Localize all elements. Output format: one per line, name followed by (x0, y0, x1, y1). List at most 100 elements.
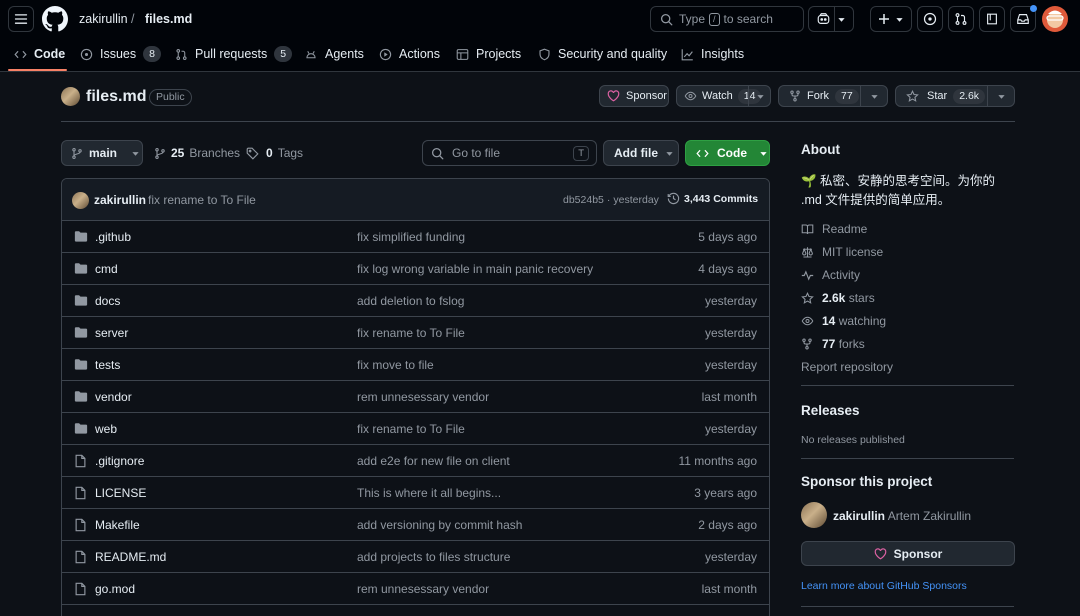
sponsor-button[interactable]: Sponsor (599, 85, 669, 107)
readme-link[interactable]: Readme (801, 222, 867, 236)
table-row[interactable]: docs add deletion to fslog yesterday (62, 285, 769, 317)
repo-forked-icon (802, 338, 812, 350)
table-row[interactable]: .gitignore add e2e for new file on client… (62, 445, 769, 477)
eye-icon (684, 91, 697, 101)
file-commit-message[interactable]: fix simplified funding (357, 230, 465, 244)
repositories-header-button[interactable] (979, 6, 1005, 32)
user-avatar[interactable] (1042, 6, 1068, 32)
chevron-down-icon[interactable] (870, 92, 879, 101)
commit-hash[interactable]: db524b5 (563, 194, 604, 206)
folder-icon (74, 326, 88, 339)
file-name[interactable]: go.mod (95, 582, 135, 596)
create-new-button[interactable] (870, 6, 912, 32)
file-name[interactable]: LICENSE (95, 486, 146, 500)
commit-message[interactable]: fix rename to To File (148, 193, 256, 207)
file-name[interactable]: cmd (95, 262, 118, 276)
table-row[interactable]: web fix rename to To File yesterday (62, 413, 769, 445)
table-row[interactable]: server fix rename to To File yesterday (62, 317, 769, 349)
tab-projects[interactable]: Projects (456, 44, 521, 64)
file-commit-message[interactable]: fix log wrong variable in main panic rec… (357, 262, 593, 276)
table-row[interactable]: README.md add projects to files structure… (62, 541, 769, 573)
file-icon (74, 582, 87, 596)
forks-link[interactable]: 77 forks (801, 337, 865, 351)
license-link[interactable]: MIT license (801, 245, 883, 259)
file-name[interactable]: docs (95, 294, 120, 308)
graph-icon (681, 48, 693, 60)
file-commit-message[interactable]: This is where it all begins... (357, 486, 501, 500)
chevron-down-icon[interactable] (997, 92, 1006, 101)
star-icon (801, 291, 814, 304)
sponsor-project-button[interactable]: Sponsor (801, 541, 1015, 566)
repo-owner-avatar[interactable] (61, 87, 80, 106)
file-name[interactable]: server (95, 326, 128, 340)
file-commit-message[interactable]: add versioning by commit hash (357, 518, 522, 532)
tab-code[interactable]: Code (14, 44, 65, 64)
commit-author[interactable]: zakirullin (94, 193, 146, 207)
go-to-file-input[interactable]: Go to file T (422, 140, 597, 166)
file-name[interactable]: tests (95, 358, 120, 372)
sponsor-avatar[interactable] (801, 502, 827, 528)
search-input[interactable]: Type / to search (650, 6, 804, 32)
file-name[interactable]: vendor (95, 390, 132, 404)
issues-header-button[interactable] (917, 6, 943, 32)
file-commit-message[interactable]: fix move to file (357, 358, 434, 372)
releases-title[interactable]: Releases (801, 403, 860, 418)
star-button[interactable]: Star 2.6k (895, 85, 1015, 107)
table-row[interactable]: tests fix move to file yesterday (62, 349, 769, 381)
file-name[interactable]: Makefile (95, 518, 140, 532)
fork-button[interactable]: Fork 77 (778, 85, 888, 107)
file-name[interactable]: .gitignore (95, 454, 144, 468)
table-row[interactable]: vendor rem unnesessary vendor last month (62, 381, 769, 413)
file-table: zakirullin fix rename to To File db524b5… (61, 178, 770, 616)
tab-label: Security and quality (558, 47, 668, 61)
menu-button[interactable] (8, 6, 34, 32)
file-commit-message[interactable]: fix rename to To File (357, 422, 465, 436)
branches-count: 25 (171, 146, 185, 160)
tab-pull-requests[interactable]: Pull requests 5 (175, 44, 293, 64)
file-commit-message[interactable]: fix rename to To File (357, 326, 465, 340)
tab-insights[interactable]: Insights (681, 44, 744, 64)
copilot-button[interactable] (808, 6, 854, 32)
file-name[interactable]: web (95, 422, 117, 436)
book-icon (801, 224, 814, 234)
pull-requests-header-button[interactable] (948, 6, 974, 32)
sponsor-user[interactable]: zakirullin Artem Zakirullin (833, 509, 971, 523)
table-row[interactable]: LICENSE This is where it all begins... 3 y… (62, 477, 769, 509)
repo-title[interactable]: files.md (86, 88, 146, 106)
commit-author-avatar[interactable] (72, 192, 89, 209)
file-name[interactable]: README.md (95, 550, 166, 564)
play-icon (379, 48, 392, 60)
table-row[interactable]: Makefile add versioning by commit hash 2 d… (62, 509, 769, 541)
file-name[interactable]: .github (95, 230, 131, 244)
tags-link[interactable]: 0 Tags (246, 146, 303, 160)
add-file-button[interactable]: Add file (603, 140, 679, 166)
file-commit-message[interactable]: add e2e for new file on client (357, 454, 510, 468)
tab-actions[interactable]: Actions (379, 44, 440, 64)
chevron-down-icon[interactable] (756, 92, 765, 101)
file-commit-message[interactable]: add deletion to fslog (357, 294, 464, 308)
tab-issues[interactable]: Issues 8 (80, 44, 161, 64)
tab-agents[interactable]: Agents (304, 44, 364, 64)
watch-button[interactable]: Watch 14 (676, 85, 771, 107)
table-row[interactable]: go.mod rem unnesessary vendor last month (62, 573, 769, 605)
tab-security[interactable]: Security and quality (538, 44, 667, 64)
file-commit-message[interactable]: rem unnesessary vendor (357, 582, 489, 596)
breadcrumb-owner[interactable]: zakirullin (79, 12, 128, 26)
activity-link[interactable]: Activity (801, 268, 860, 282)
file-commit-message[interactable]: rem unnesessary vendor (357, 390, 489, 404)
commits-history-link[interactable]: 3,443 Commits (667, 192, 758, 205)
code-button[interactable]: Code (685, 140, 770, 166)
branches-link[interactable]: 25 Branches (154, 146, 240, 160)
table-row[interactable]: .github fix simplified funding 5 days ago (62, 221, 769, 253)
table-row[interactable]: cmd fix log wrong variable in main panic … (62, 253, 769, 285)
breadcrumb-repo[interactable]: files.md (145, 12, 192, 26)
report-repository-link[interactable]: Report repository (801, 360, 893, 374)
stars-link[interactable]: 2.6k stars (801, 291, 875, 305)
file-commit-message[interactable]: add projects to files structure (357, 550, 510, 564)
learn-more-sponsors-link[interactable]: Learn more about GitHub Sponsors (801, 580, 967, 592)
watchers-link[interactable]: 14 watching (801, 314, 886, 328)
branch-selector[interactable]: main (61, 140, 143, 166)
file-list: .github fix simplified funding 5 days ago c… (62, 221, 769, 605)
github-logo-icon[interactable] (42, 6, 68, 32)
git-pull-request-icon (176, 48, 187, 60)
